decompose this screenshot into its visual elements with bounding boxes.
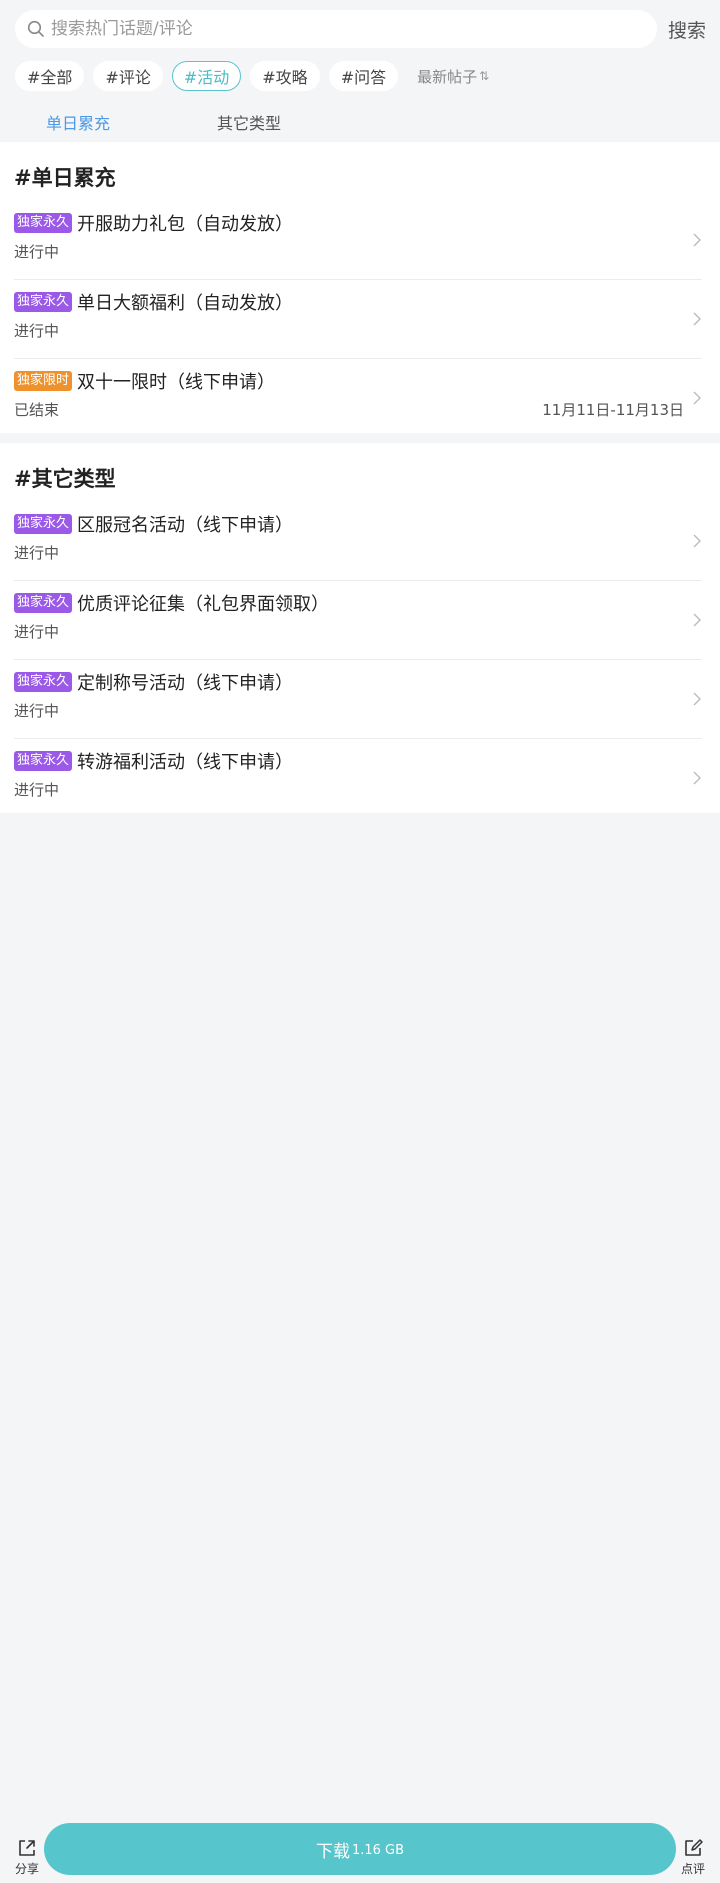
item-status: 进行中 — [14, 544, 60, 562]
search-icon — [27, 20, 44, 37]
tag-qa[interactable]: #问答 — [328, 61, 399, 91]
list-item[interactable]: 独家永久 定制称号活动（线下申请） 进行中 — [14, 660, 702, 739]
search-box[interactable] — [15, 10, 657, 48]
item-name: 转游福利活动（线下申请） — [77, 752, 293, 773]
download-label: 下载 — [315, 1841, 350, 1862]
item-name: 优质评论征集（礼包界面领取） — [77, 594, 329, 615]
tag-all[interactable]: #全部 — [15, 61, 85, 91]
chevron-right-icon — [693, 771, 701, 785]
chevron-right-icon — [693, 613, 701, 627]
sort-label: 最新帖子 — [417, 67, 478, 86]
tag-filter-bar: #全部 #评论 #活动 #攻略 #问答 最新帖子 ⇅ — [15, 61, 489, 91]
item-status: 进行中 — [14, 243, 60, 261]
item-name: 单日大额福利（自动发放） — [77, 293, 293, 314]
bottom-action-bar: 分享 下载 1.16 GB 点评 — [0, 1823, 720, 1883]
list-item[interactable]: 独家限时 双十一限时（线下申请） 已结束 11月11日-11月13日 — [14, 359, 702, 438]
item-status: 进行中 — [14, 623, 60, 641]
item-name: 定制称号活动（线下申请） — [77, 673, 293, 694]
event-type-tabs: 单日累充 其它类型 — [0, 104, 720, 140]
tag-guides[interactable]: #攻略 — [250, 61, 320, 91]
share-label: 分享 — [14, 1862, 39, 1876]
review-label: 点评 — [680, 1862, 705, 1876]
download-size: 1.16 GB — [351, 1842, 405, 1858]
search-input[interactable] — [51, 19, 611, 39]
item-status: 进行中 — [14, 322, 60, 340]
share-icon — [19, 1840, 35, 1856]
section-daily-topup: #单日累充 独家永久 开服助力礼包（自动发放） 进行中 独家永久 单日大额福利（… — [0, 142, 720, 433]
search-button[interactable]: 搜索 — [668, 16, 706, 43]
tab-daily-topup[interactable]: 单日累充 — [46, 110, 110, 134]
section-title: #单日累充 — [14, 166, 116, 190]
tag-reviews[interactable]: #评论 — [93, 61, 163, 91]
item-status: 已结束 — [14, 401, 60, 419]
item-date: 11月11日-11月13日 — [542, 401, 684, 419]
section-other-types: #其它类型 独家永久 区服冠名活动（线下申请） 进行中 独家永久 优质评论征集（… — [0, 443, 720, 813]
chevron-right-icon — [693, 534, 701, 548]
chevron-right-icon — [693, 692, 701, 706]
item-name: 双十一限时（线下申请） — [77, 372, 275, 393]
search-row: 搜索 — [0, 0, 720, 58]
list-item[interactable]: 独家永久 优质评论征集（礼包界面领取） 进行中 — [14, 581, 702, 660]
item-name: 区服冠名活动（线下申请） — [77, 515, 293, 536]
section-title: #其它类型 — [14, 467, 116, 491]
badge-limited: 独家限时 — [14, 371, 73, 391]
list-item[interactable]: 独家永久 开服助力礼包（自动发放） 进行中 — [14, 201, 702, 280]
badge-permanent: 独家永久 — [14, 593, 73, 613]
badge-permanent: 独家永久 — [14, 213, 73, 233]
review-button[interactable]: 点评 — [676, 1837, 710, 1877]
item-status: 进行中 — [14, 702, 60, 720]
item-status: 进行中 — [14, 781, 60, 799]
list-item[interactable]: 独家永久 转游福利活动（线下申请） 进行中 — [14, 739, 702, 818]
list-item[interactable]: 独家永久 区服冠名活动（线下申请） 进行中 — [14, 502, 702, 581]
badge-permanent: 独家永久 — [14, 292, 73, 312]
badge-permanent: 独家永久 — [14, 672, 73, 692]
tag-events[interactable]: #活动 — [171, 61, 242, 91]
badge-permanent: 独家永久 — [14, 751, 73, 771]
badge-permanent: 独家永久 — [14, 514, 73, 534]
list-item[interactable]: 独家永久 单日大额福利（自动发放） 进行中 — [14, 280, 702, 359]
tab-other-types[interactable]: 其它类型 — [217, 110, 281, 134]
chevron-right-icon — [693, 312, 701, 326]
sort-latest-posts[interactable]: 最新帖子 ⇅ — [417, 66, 489, 87]
chevron-right-icon — [693, 233, 701, 247]
share-button[interactable]: 分享 — [10, 1837, 44, 1877]
sort-arrows-icon: ⇅ — [479, 69, 490, 83]
download-button[interactable]: 下载 1.16 GB — [44, 1823, 676, 1875]
edit-icon — [685, 1839, 703, 1856]
item-name: 开服助力礼包（自动发放） — [77, 214, 293, 235]
chevron-right-icon — [693, 391, 701, 405]
